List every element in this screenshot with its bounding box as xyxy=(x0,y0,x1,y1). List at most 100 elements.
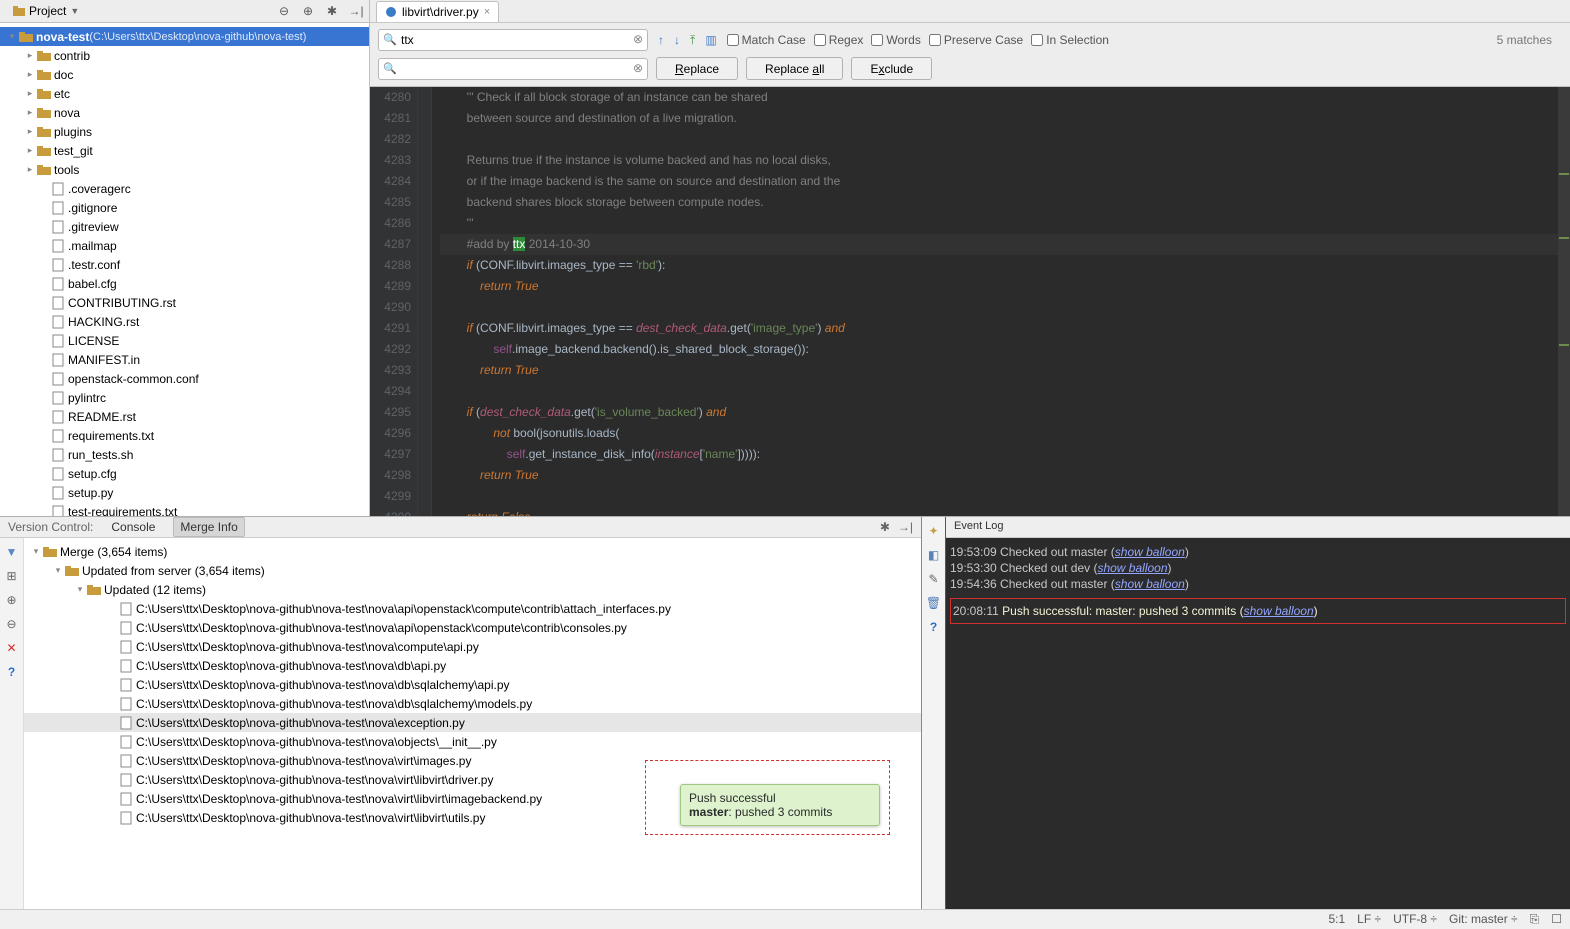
clear-find-icon[interactable]: ⊗ xyxy=(633,32,643,46)
status-cell[interactable]: 5:1 xyxy=(1328,912,1345,927)
notification-balloon[interactable]: Push successful master: pushed 3 commits xyxy=(680,784,880,826)
project-view-dropdown[interactable]: Project ▼ xyxy=(6,1,86,21)
tree-folder[interactable]: ▸contrib xyxy=(0,46,369,65)
in-selection-checkbox[interactable]: In Selection xyxy=(1031,33,1109,47)
info-icon[interactable]: ✦ xyxy=(926,523,942,539)
tree-file[interactable]: .testr.conf xyxy=(0,255,369,274)
status-cell[interactable]: Git: master ÷ xyxy=(1449,912,1518,927)
vc-node-updated[interactable]: ▾Updated (12 items) xyxy=(24,580,921,599)
tree-file[interactable]: setup.py xyxy=(0,483,369,502)
vc-file-row[interactable]: C:\Users\ttx\Desktop\nova-github\nova-te… xyxy=(24,694,921,713)
words-checkbox[interactable]: Words xyxy=(871,33,920,47)
vc-label: Version Control: xyxy=(8,520,93,534)
tree-file[interactable]: README.rst xyxy=(0,407,369,426)
vc-file-row[interactable]: C:\Users\ttx\Desktop\nova-github\nova-te… xyxy=(24,713,921,732)
tree-file[interactable]: babel.cfg xyxy=(0,274,369,293)
status-cell[interactable]: ☐ xyxy=(1551,912,1562,927)
clear-icon[interactable]: 🗑 xyxy=(926,595,942,611)
project-tree[interactable]: ▾nova-test (C:\Users\ttx\Desktop\nova-gi… xyxy=(0,23,369,516)
vc-node-server[interactable]: ▾Updated from server (3,654 items) xyxy=(24,561,921,580)
show-balloon-link[interactable]: show balloon xyxy=(1115,577,1185,591)
delete-icon[interactable]: ✕ xyxy=(4,640,20,656)
replace-input[interactable] xyxy=(378,58,648,80)
tree-file[interactable]: test-requirements.txt xyxy=(0,502,369,516)
select-all-icon[interactable]: ⤒ xyxy=(688,31,697,50)
tree-file[interactable]: .gitreview xyxy=(0,217,369,236)
collapse-all-icon[interactable]: ⊖ xyxy=(4,616,20,632)
close-icon[interactable]: × xyxy=(484,6,490,18)
tree-file[interactable]: requirements.txt xyxy=(0,426,369,445)
match-count: 5 matches xyxy=(1497,33,1552,47)
editor-scrollbar[interactable] xyxy=(1558,87,1570,516)
tree-folder[interactable]: ▸nova xyxy=(0,103,369,122)
event-log-list[interactable]: 19:53:09 Checked out master (show balloo… xyxy=(946,538,1570,909)
vc-file-row[interactable]: C:\Users\ttx\Desktop\nova-github\nova-te… xyxy=(24,732,921,751)
vc-tab-console[interactable]: Console xyxy=(105,518,161,536)
find-input[interactable] xyxy=(378,29,648,51)
tree-folder[interactable]: ▸doc xyxy=(0,65,369,84)
match-case-checkbox[interactable]: Match Case xyxy=(727,33,806,47)
status-cell[interactable]: LF ÷ xyxy=(1357,912,1381,927)
exclude-button[interactable]: Exclude xyxy=(851,57,932,80)
editor-tab-driver[interactable]: libvirt\driver.py × xyxy=(376,1,499,22)
tree-file[interactable]: HACKING.rst xyxy=(0,312,369,331)
scroll-to-source-icon[interactable]: ⊕ xyxy=(301,4,315,18)
replace-button[interactable]: RReplaceeplace xyxy=(656,57,738,80)
collapse-all-icon[interactable]: ⊖ xyxy=(277,4,291,18)
vc-merge-tree[interactable]: ▾Merge (3,654 items)▾Updated from server… xyxy=(24,538,921,909)
tree-file[interactable]: run_tests.sh xyxy=(0,445,369,464)
file-icon xyxy=(118,659,134,673)
tree-folder[interactable]: ▸plugins xyxy=(0,122,369,141)
expand-all-icon[interactable]: ⊕ xyxy=(4,592,20,608)
code-area[interactable]: ''' Check if all block storage of an ins… xyxy=(432,87,1570,516)
show-balloon-link[interactable]: show balloon xyxy=(1244,604,1314,618)
vc-node-root[interactable]: ▾Merge (3,654 items) xyxy=(24,542,921,561)
tree-file[interactable]: LICENSE xyxy=(0,331,369,350)
multi-select-icon[interactable]: ▥ xyxy=(703,31,718,49)
status-cell[interactable]: UTF-8 ÷ xyxy=(1393,912,1437,927)
folder-icon xyxy=(36,144,52,158)
tree-folder[interactable]: ▸etc xyxy=(0,84,369,103)
vc-file-row[interactable]: C:\Users\ttx\Desktop\nova-github\nova-te… xyxy=(24,675,921,694)
tree-file[interactable]: .mailmap xyxy=(0,236,369,255)
mark-read-icon[interactable]: ✎ xyxy=(926,571,942,587)
preserve-case-checkbox[interactable]: Preserve Case xyxy=(929,33,1023,47)
tree-file[interactable]: pylintrc xyxy=(0,388,369,407)
filter-icon[interactable]: ▼ xyxy=(4,544,20,560)
gear-icon[interactable]: ✱ xyxy=(325,4,339,18)
regex-checkbox[interactable]: Regex xyxy=(814,33,864,47)
vc-gear-icon[interactable]: ✱ xyxy=(880,520,890,534)
vc-file-row[interactable]: C:\Users\ttx\Desktop\nova-github\nova-te… xyxy=(24,637,921,656)
prev-match-icon[interactable]: ↑ xyxy=(656,31,666,49)
show-balloon-link[interactable]: show balloon xyxy=(1097,561,1167,575)
fold-gutter[interactable] xyxy=(418,87,432,516)
tree-folder[interactable]: ▸test_git xyxy=(0,141,369,160)
help-icon[interactable]: ? xyxy=(4,664,20,680)
hide-icon[interactable]: →| xyxy=(349,4,363,18)
code-editor[interactable]: 4280428142824283428442854286428742884289… xyxy=(370,87,1570,516)
tree-file[interactable]: .gitignore xyxy=(0,198,369,217)
vc-file-row[interactable]: C:\Users\ttx\Desktop\nova-github\nova-te… xyxy=(24,618,921,637)
tree-file[interactable]: .coveragerc xyxy=(0,179,369,198)
tree-file[interactable]: MANIFEST.in xyxy=(0,350,369,369)
next-match-icon[interactable]: ↓ xyxy=(672,31,682,49)
balloon-icon[interactable]: ◧ xyxy=(926,547,942,563)
vc-hide-icon[interactable]: →| xyxy=(898,520,913,534)
vc-file-row[interactable]: C:\Users\ttx\Desktop\nova-github\nova-te… xyxy=(24,599,921,618)
tree-root[interactable]: ▾nova-test (C:\Users\ttx\Desktop\nova-gi… xyxy=(0,27,369,46)
tree-file[interactable]: setup.cfg xyxy=(0,464,369,483)
vc-tab-merge-info[interactable]: Merge Info xyxy=(173,517,244,537)
tree-file[interactable]: CONTRIBUTING.rst xyxy=(0,293,369,312)
file-icon xyxy=(50,448,66,462)
tree-file[interactable]: openstack-common.conf xyxy=(0,369,369,388)
clear-replace-icon[interactable]: ⊗ xyxy=(633,61,643,75)
folder-icon xyxy=(36,125,52,139)
tree-folder[interactable]: ▸tools xyxy=(0,160,369,179)
show-balloon-link[interactable]: show balloon xyxy=(1115,545,1185,559)
help-icon[interactable]: ? xyxy=(926,619,942,635)
vc-file-row[interactable]: C:\Users\ttx\Desktop\nova-github\nova-te… xyxy=(24,656,921,675)
group-by-icon[interactable]: ⊞ xyxy=(4,568,20,584)
editor-tabbar: libvirt\driver.py × xyxy=(370,0,1570,23)
status-cell[interactable]: ⎘ xyxy=(1530,912,1540,927)
replace-all-button[interactable]: Replace all xyxy=(746,57,843,80)
